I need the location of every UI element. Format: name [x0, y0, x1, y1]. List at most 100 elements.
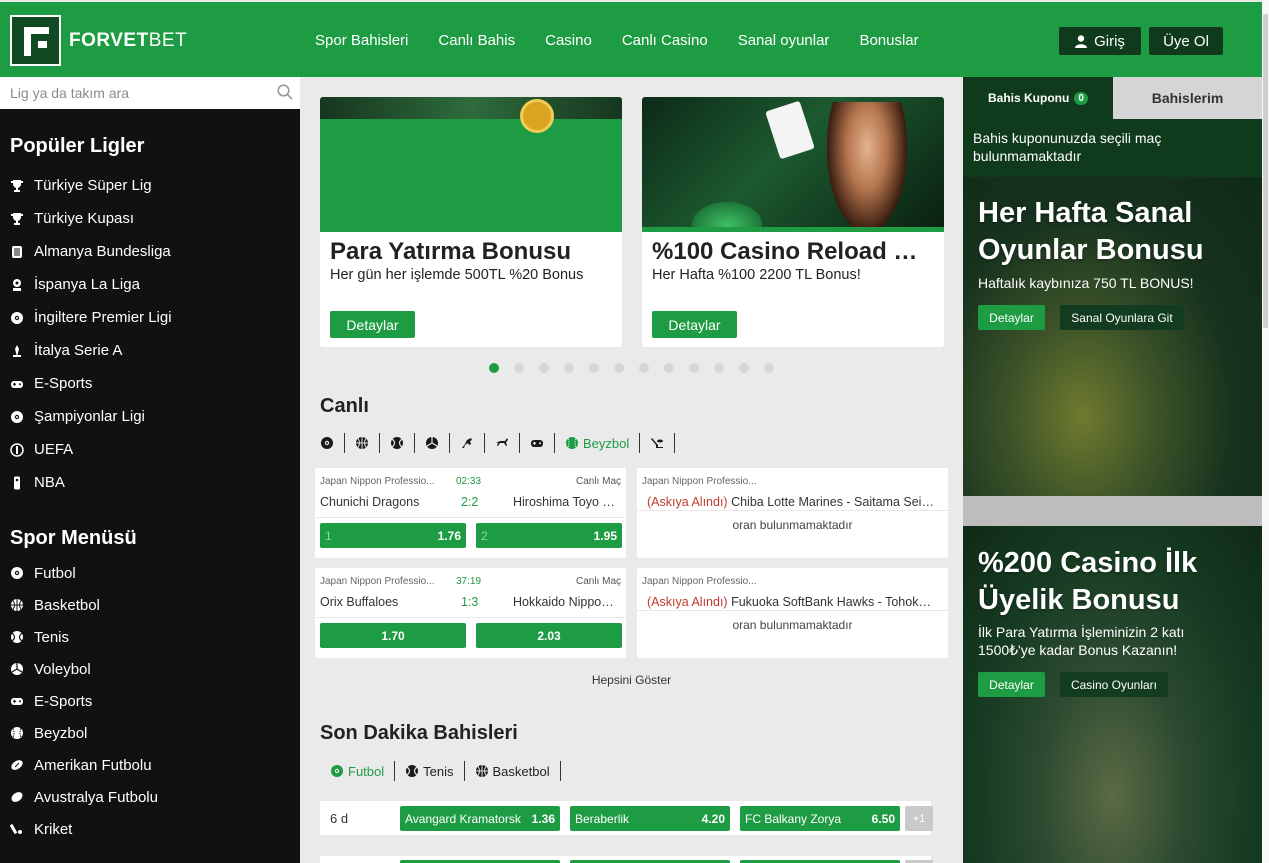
- sidebar-item-avustralya-futbolu[interactable]: Avustralya Futbolu: [0, 781, 300, 813]
- carousel-dot[interactable]: [589, 363, 599, 373]
- show-all-link[interactable]: Hepsini Göster: [300, 673, 963, 687]
- banner-casino-reload[interactable]: %100 Casino Reload Bonusu Her Hafta %100…: [642, 97, 944, 347]
- register-label: Üye Ol: [1163, 32, 1209, 50]
- search-input[interactable]: [0, 77, 300, 109]
- sport-filter-football[interactable]: Futbol: [320, 761, 396, 781]
- odd-button-home[interactable]: 1.70: [320, 623, 466, 648]
- nav-sanal-oyunlar[interactable]: Sanal oyunlar: [738, 32, 830, 49]
- sport-filter-gamepad[interactable]: [520, 433, 555, 453]
- top-header: FORVETBET Spor Bahisleri Canlı Bahis Cas…: [0, 0, 1262, 77]
- carousel-dot[interactable]: [564, 363, 574, 373]
- banner-details-button[interactable]: Detaylar: [330, 311, 415, 338]
- sport-filter-basketball[interactable]: [345, 433, 380, 453]
- sidebar-item-basketbol[interactable]: Basketbol: [0, 589, 300, 621]
- carousel-dot[interactable]: [739, 363, 749, 373]
- odd-button-draw[interactable]: Beraberlik 4.20: [570, 806, 730, 831]
- odd-button-away[interactable]: 2 1.95: [476, 523, 622, 548]
- sidebar-item-amerikan-futbolu[interactable]: Amerikan Futbolu: [0, 749, 300, 781]
- live-match-card[interactable]: Japan Nippon Professio... (Askıya Alındı…: [637, 568, 948, 658]
- odd-button-away[interactable]: 2.03: [476, 623, 622, 648]
- sidebar-item-i-ngiltere-premier-ligi[interactable]: İngiltere Premier Ligi: [0, 301, 300, 334]
- sidebar-item-futbol[interactable]: Futbol: [0, 557, 300, 589]
- register-button[interactable]: Üye Ol: [1149, 27, 1223, 55]
- sport-filter-tennis[interactable]: Tenis: [395, 761, 465, 781]
- match-teams: Fukuoka SoftBank Hawks - Tohoku Rakuten: [731, 595, 937, 609]
- odd-label: 1: [325, 528, 332, 543]
- sports-menu-list: Futbol Basketbol Tenis Voleybol E-Sports Beyz…: [0, 557, 300, 845]
- carousel-dot[interactable]: [714, 363, 724, 373]
- odd-value: 4.20: [701, 811, 725, 826]
- banner-title: %100 Casino Reload Bonusu: [652, 238, 944, 265]
- casino-games-button[interactable]: Casino Oyunları: [1060, 672, 1168, 697]
- banner-details-button[interactable]: Detaylar: [652, 311, 737, 338]
- sidebar-item-voleybol[interactable]: Voleybol: [0, 653, 300, 685]
- baseball-icon: [10, 726, 24, 740]
- sport-filter-baseball[interactable]: Beyzbol: [555, 433, 641, 453]
- carousel-dot[interactable]: [489, 363, 499, 373]
- carousel-dot[interactable]: [689, 363, 699, 373]
- carousel-dot[interactable]: [539, 363, 549, 373]
- away-team: Hiroshima Toyo Carp: [513, 495, 618, 509]
- sport-filter-horse-racing[interactable]: [450, 433, 485, 453]
- sidebar-item-uefa[interactable]: UEFA: [0, 433, 300, 466]
- sidebar-item-e-sports[interactable]: E-Sports: [0, 367, 300, 400]
- search-icon[interactable]: [277, 84, 293, 100]
- match-league: Japan Nippon Professio...: [642, 576, 757, 587]
- match-teams: Chiba Lotte Marines - Saitama Seibu Lion…: [731, 495, 937, 509]
- champions-league-icon: [10, 410, 24, 424]
- sidebar-item-almanya-bundesliga[interactable]: Almanya Bundesliga: [0, 235, 300, 268]
- sidebar-item-t-rkiye-s-per-lig[interactable]: Türkiye Süper Lig: [0, 169, 300, 202]
- nav-spor-bahisleri[interactable]: Spor Bahisleri: [315, 32, 408, 49]
- tennis-icon: [405, 764, 419, 778]
- sidebar-item-i-talya-serie-a[interactable]: İtalya Serie A: [0, 334, 300, 367]
- carousel-dot[interactable]: [664, 363, 674, 373]
- site-logo[interactable]: FORVETBET: [10, 15, 187, 66]
- sidebar-item-t-rkiye-kupas-[interactable]: Türkiye Kupası: [0, 202, 300, 235]
- nav-canli-casino[interactable]: Canlı Casino: [622, 32, 708, 49]
- promo-details-button[interactable]: Detaylar: [978, 672, 1045, 697]
- page-scrollbar[interactable]: [1262, 0, 1269, 863]
- tab-my-bets[interactable]: Bahislerim: [1113, 77, 1262, 119]
- sport-filter-football[interactable]: [320, 433, 345, 453]
- live-match-card[interactable]: Japan Nippon Professio... (Askıya Alındı…: [637, 468, 948, 558]
- nav-canli-bahis[interactable]: Canlı Bahis: [438, 32, 515, 49]
- odd-label: 2: [481, 528, 488, 543]
- sport-filter-greyhound[interactable]: [485, 433, 520, 453]
- carousel-dot[interactable]: [764, 363, 774, 373]
- sidebar-item--ampiyonlar-ligi[interactable]: Şampiyonlar Ligi: [0, 400, 300, 433]
- home-team: Orix Buffaloes: [320, 595, 399, 609]
- sidebar-item-nba[interactable]: NBA: [0, 466, 300, 499]
- odd-button-home[interactable]: Avangard Kramatorsk 1.36: [400, 806, 560, 831]
- sidebar-item-e-sports[interactable]: E-Sports: [0, 685, 300, 717]
- sidebar-item-tenis[interactable]: Tenis: [0, 621, 300, 653]
- sport-filter-volleyball[interactable]: [415, 433, 450, 453]
- sport-filter-basketball[interactable]: Basketbol: [465, 761, 561, 781]
- tab-bet-coupon[interactable]: Bahis Kuponu 0: [963, 77, 1113, 119]
- banner-image: [642, 97, 944, 232]
- suspended-label: (Askıya Alındı): [647, 595, 728, 609]
- promo-details-button[interactable]: Detaylar: [978, 305, 1045, 330]
- carousel-dot[interactable]: [614, 363, 624, 373]
- odd-button-home[interactable]: 1 1.76: [320, 523, 466, 548]
- laliga-icon: [10, 278, 24, 292]
- virtual-games-button[interactable]: Sanal Oyunlara Git: [1060, 305, 1184, 330]
- live-match-card[interactable]: Japan Nippon Professio... 37:19 Canlı Ma…: [315, 568, 626, 658]
- more-markets-button[interactable]: +1: [905, 806, 933, 831]
- sidebar-item-label: Futbol: [34, 564, 76, 582]
- sidebar-item-kriket[interactable]: Kriket: [0, 813, 300, 845]
- right-column: Bahis Kuponu 0 Bahislerim Bahis kuponunuz…: [963, 77, 1262, 863]
- carousel-dot[interactable]: [639, 363, 649, 373]
- banner-deposit-bonus[interactable]: Para Yatırma Bonusu Her gün her işlemde …: [320, 97, 622, 347]
- sidebar-item-beyzbol[interactable]: Beyzbol: [0, 717, 300, 749]
- nav-casino[interactable]: Casino: [545, 32, 592, 49]
- sport-filter-ice-hockey[interactable]: [640, 433, 676, 453]
- sidebar-item-i-spanya-la-liga[interactable]: İspanya La Liga: [0, 268, 300, 301]
- odd-button-away[interactable]: FC Balkany Zorya 6.50: [740, 806, 900, 831]
- sport-filter-tennis[interactable]: [380, 433, 415, 453]
- login-button[interactable]: Giriş: [1059, 27, 1141, 55]
- nav-bonuslar[interactable]: Bonuslar: [859, 32, 918, 49]
- carousel-dot[interactable]: [514, 363, 524, 373]
- live-match-card[interactable]: Japan Nippon Professio... 02:33 Canlı Ma…: [315, 468, 626, 558]
- scrollbar-thumb[interactable]: [1263, 14, 1268, 328]
- sidebar-item-label: Almanya Bundesliga: [34, 243, 171, 260]
